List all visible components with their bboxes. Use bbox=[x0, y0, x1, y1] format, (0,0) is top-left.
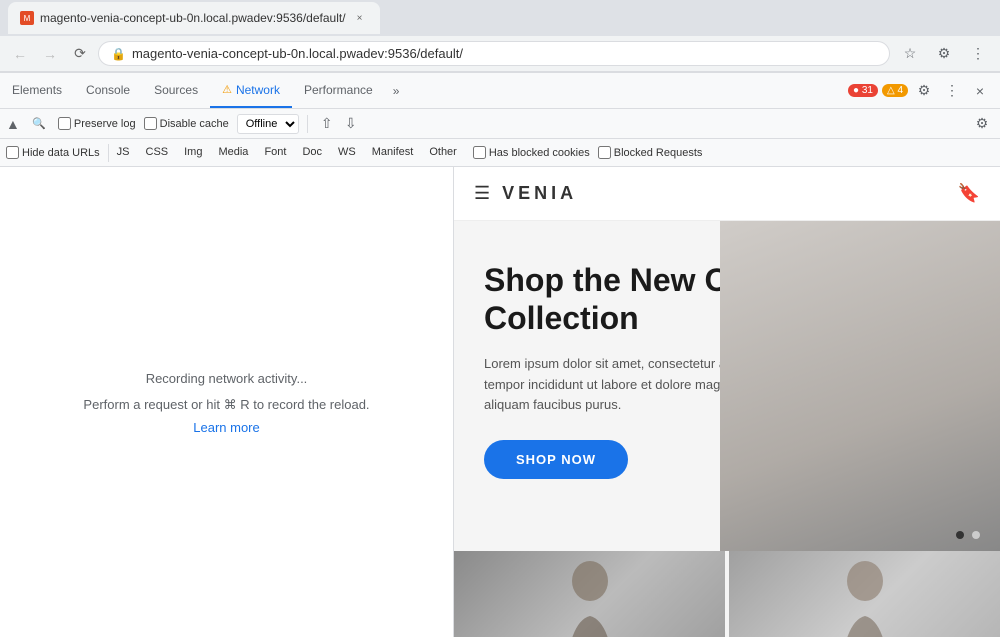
carousel-dot-1[interactable] bbox=[956, 531, 964, 539]
extensions-button[interactable]: ⚙ bbox=[930, 40, 958, 68]
hide-data-urls-checkbox[interactable] bbox=[6, 146, 19, 159]
disable-cache-checkbox[interactable] bbox=[144, 117, 157, 130]
has-blocked-label[interactable]: Has blocked cookies bbox=[473, 146, 590, 159]
address-field[interactable]: 🔒 magento-venia-concept-ub-0n.local.pwad… bbox=[98, 41, 890, 66]
hero-model-image bbox=[720, 221, 1000, 551]
preserve-log-label[interactable]: Preserve log bbox=[58, 117, 136, 130]
resource-font[interactable]: Font bbox=[256, 142, 294, 164]
person-silhouette-left bbox=[550, 556, 630, 637]
error-badge: ● 31 bbox=[848, 84, 878, 97]
browser-chrome: M magento-venia-concept-ub-0n.local.pwad… bbox=[0, 0, 1000, 73]
close-devtools-button[interactable]: × bbox=[968, 79, 992, 103]
settings-button[interactable]: ⚙ bbox=[912, 79, 936, 103]
filter-divider bbox=[307, 115, 308, 133]
tab-bar: M magento-venia-concept-ub-0n.local.pwad… bbox=[0, 0, 1000, 36]
reload-button[interactable]: ⟳ bbox=[68, 42, 92, 66]
dock-button[interactable]: ⋮ bbox=[940, 79, 964, 103]
import-export-buttons: ⇧ ⇩ bbox=[316, 113, 362, 135]
tab-favicon: M bbox=[20, 11, 34, 25]
lock-icon: 🔒 bbox=[111, 47, 126, 61]
devtools-actions: ● 31 △ 4 ⚙ ⋮ × bbox=[848, 79, 1000, 103]
preserve-log-checkbox[interactable] bbox=[58, 117, 71, 130]
browser-tab[interactable]: M magento-venia-concept-ub-0n.local.pwad… bbox=[8, 2, 380, 34]
menu-button[interactable]: ⋮ bbox=[964, 40, 992, 68]
tab-close-button[interactable]: × bbox=[352, 10, 368, 26]
recording-text: Recording network activity... bbox=[83, 369, 369, 389]
resource-doc[interactable]: Doc bbox=[294, 142, 330, 164]
resource-other[interactable]: Other bbox=[421, 142, 465, 164]
main-area: Recording network activity... Perform a … bbox=[0, 167, 1000, 637]
forward-button[interactable]: → bbox=[38, 42, 62, 66]
person-image-right bbox=[729, 551, 1000, 637]
warning-icon: ⚠ bbox=[222, 83, 232, 96]
person-image-left bbox=[454, 551, 725, 637]
learn-more-link[interactable]: Learn more bbox=[193, 420, 259, 435]
address-bar: ← → ⟳ 🔒 magento-venia-concept-ub-0n.loca… bbox=[0, 36, 1000, 72]
has-blocked-checkbox[interactable] bbox=[473, 146, 486, 159]
tag-icon[interactable]: 🔖 bbox=[958, 183, 980, 204]
recording-message: Recording network activity... Perform a … bbox=[83, 369, 369, 435]
warning-badge: △ 4 bbox=[882, 84, 908, 97]
resource-img[interactable]: Img bbox=[176, 142, 210, 164]
export-button[interactable]: ⇩ bbox=[340, 113, 362, 135]
search-button[interactable]: 🔍 bbox=[28, 113, 50, 135]
devtools-filter-bar: ▲ 🔍 Preserve log Disable cache Offline ⇧… bbox=[0, 109, 1000, 139]
carousel-dot-2[interactable] bbox=[972, 531, 980, 539]
hide-data-urls-label[interactable]: Hide data URLs bbox=[6, 146, 100, 159]
devtools-tab-list: Elements Console Sources ⚠ Network Perfo… bbox=[0, 73, 385, 108]
devtools-panel: Recording network activity... Perform a … bbox=[0, 167, 454, 637]
tab-sources[interactable]: Sources bbox=[142, 73, 210, 108]
tab-title: magento-venia-concept-ub-0n.local.pwadev… bbox=[40, 11, 346, 25]
site-logo: VENIA bbox=[502, 183, 577, 204]
shop-now-button[interactable]: SHOP NOW bbox=[484, 440, 628, 479]
disable-cache-label[interactable]: Disable cache bbox=[144, 117, 229, 130]
resource-ws[interactable]: WS bbox=[330, 142, 364, 164]
product-image-right bbox=[729, 551, 1000, 637]
hamburger-icon[interactable]: ☰ bbox=[474, 183, 490, 204]
devtools-toolbar: Elements Console Sources ⚠ Network Perfo… bbox=[0, 73, 1000, 109]
filter-settings-button[interactable]: ⚙ bbox=[970, 112, 994, 136]
bottom-images bbox=[454, 551, 1000, 637]
resource-manifest[interactable]: Manifest bbox=[364, 142, 422, 164]
site-header: ☰ VENIA 🔖 bbox=[454, 167, 1000, 221]
url-text: magento-venia-concept-ub-0n.local.pwadev… bbox=[132, 46, 877, 61]
back-button[interactable]: ← bbox=[8, 42, 32, 66]
product-image-left bbox=[454, 551, 725, 637]
person-silhouette-right bbox=[825, 556, 905, 637]
hero-section: Shop the New Outerwear Collection Lorem … bbox=[454, 221, 1000, 551]
carousel-dots bbox=[956, 531, 980, 539]
blocked-requests-label[interactable]: Blocked Requests bbox=[598, 146, 703, 159]
resource-media[interactable]: Media bbox=[210, 142, 256, 164]
tab-performance[interactable]: Performance bbox=[292, 73, 385, 108]
website-preview: ☰ VENIA 🔖 Shop the New Outerwear Collect… bbox=[454, 167, 1000, 637]
tab-console[interactable]: Console bbox=[74, 73, 142, 108]
resource-js[interactable]: JS bbox=[109, 142, 138, 164]
model-shape bbox=[720, 221, 1000, 551]
resource-type-bar: Hide data URLs JS CSS Img Media Font Doc… bbox=[0, 139, 1000, 167]
blocked-requests-checkbox[interactable] bbox=[598, 146, 611, 159]
filter-icon[interactable]: ▲ bbox=[6, 116, 20, 132]
offline-select[interactable]: Offline bbox=[237, 114, 299, 134]
tab-elements[interactable]: Elements bbox=[0, 73, 74, 108]
tab-network[interactable]: ⚠ Network bbox=[210, 73, 292, 108]
resource-css[interactable]: CSS bbox=[138, 142, 177, 164]
import-button[interactable]: ⇧ bbox=[316, 113, 338, 135]
bookmark-button[interactable]: ☆ bbox=[896, 40, 924, 68]
perform-text: Perform a request or hit ⌘ R to record t… bbox=[83, 395, 369, 415]
more-tabs-button[interactable]: » bbox=[385, 84, 408, 98]
